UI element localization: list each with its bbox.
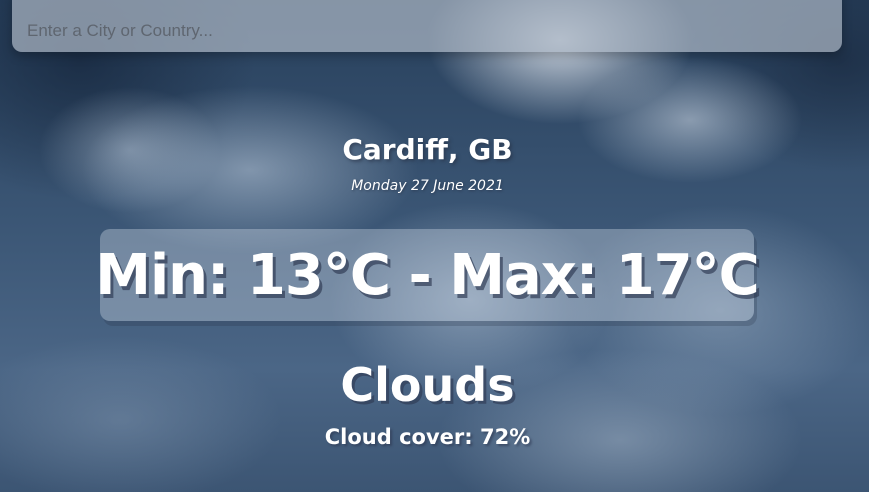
date-label: Monday 27 June 2021 <box>351 178 504 194</box>
temperature-range: Min: 13°C - Max: 17°C <box>95 242 759 308</box>
location-title: Cardiff, GB <box>342 133 513 166</box>
cloud-cover-detail: Cloud cover: 72% <box>324 425 531 449</box>
temperature-panel: Min: 13°C - Max: 17°C <box>95 229 760 321</box>
search-bar <box>12 0 842 52</box>
search-input[interactable] <box>12 0 842 52</box>
weather-condition: Clouds <box>340 358 515 412</box>
